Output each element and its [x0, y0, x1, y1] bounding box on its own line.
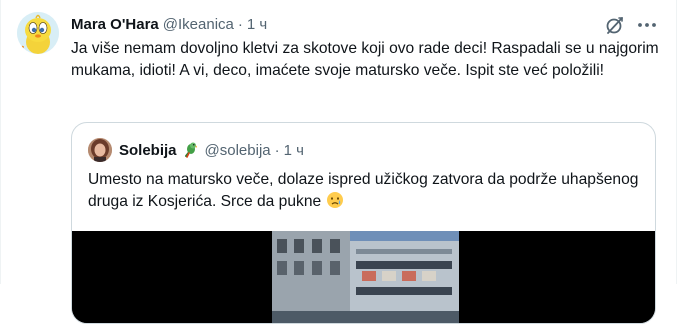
more-options-icon [638, 23, 656, 27]
quoted-tweet-text: Umesto na matursko veče, dolaze ispred u… [88, 171, 639, 210]
quoted-tweet-header: Solebija @solebija · 1 ч [119, 140, 304, 160]
quoted-tweet-text-block: Umesto na matursko veče, dolaze ispred u… [88, 169, 643, 213]
scrollbar[interactable] [684, 0, 700, 284]
woman-portrait-avatar-icon [88, 138, 112, 162]
author-handle[interactable]: @Ikeanica [163, 16, 234, 33]
tweet-text: Ja više nemam dovoljno kletvi za skotove… [71, 40, 659, 79]
quoted-tweet-media[interactable] [72, 231, 655, 323]
quoted-author-display-name[interactable]: Solebija [119, 142, 177, 159]
parrot-emoji-icon [184, 142, 197, 158]
header-separator: · [237, 15, 243, 33]
video-thumbnail-icon [72, 231, 655, 323]
column-left-border [0, 0, 1, 284]
crying-face-emoji-icon [326, 192, 343, 208]
tweet-timestamp[interactable]: 1 ч [247, 16, 267, 33]
grok-icon [606, 17, 623, 34]
more-options-button[interactable] [636, 14, 658, 36]
tweet-header: Mara O'Hara @Ikeanica · 1 ч [71, 14, 267, 34]
quoted-author-handle[interactable]: @solebija [205, 142, 271, 159]
column-right-border [676, 0, 677, 284]
author-display-name[interactable]: Mara O'Hara [71, 16, 159, 33]
quoted-header-separator: · [274, 141, 280, 159]
author-avatar[interactable] [17, 12, 59, 54]
quoted-author-avatar[interactable] [88, 138, 112, 162]
grok-button[interactable] [604, 14, 626, 36]
quoted-tweet-timestamp[interactable]: 1 ч [284, 142, 304, 159]
quoted-tweet-card[interactable]: Solebija @solebija · 1 ч Umesto na matur… [71, 122, 656, 324]
tweety-bird-avatar-icon [17, 12, 59, 54]
